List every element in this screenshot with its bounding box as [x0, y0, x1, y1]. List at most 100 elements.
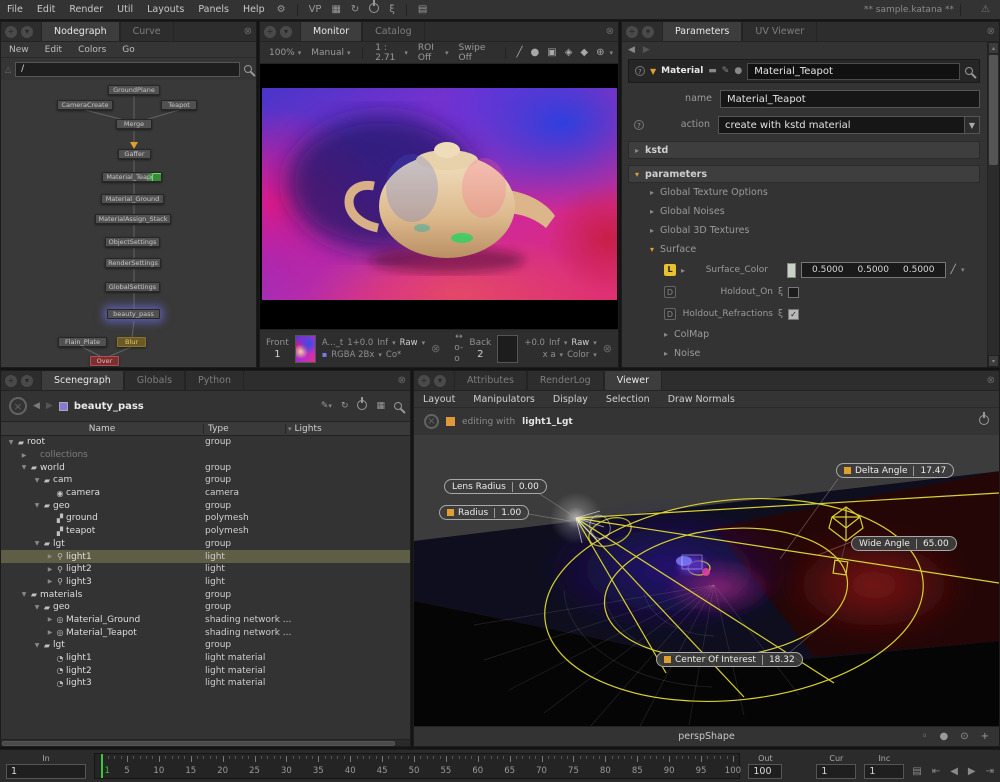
aperture-icon[interactable]: ⊙ — [960, 731, 968, 742]
viewer-menu-layout[interactable]: Layout — [414, 394, 464, 405]
scenegraph-row-light2[interactable]: ◔light2light material — [1, 664, 410, 677]
node-teapot[interactable]: Teapot — [161, 100, 197, 110]
tree-expander-icon[interactable]: ▼ — [33, 502, 41, 509]
parameters-tab-parameters[interactable]: Parameters — [662, 22, 742, 41]
nodegraph-menu-colors[interactable]: Colors — [70, 45, 114, 55]
swipe-toggle[interactable]: Swipe Off — [455, 43, 497, 63]
snapshot-icon[interactable]: ▤ — [912, 766, 921, 777]
node-beauty-pass[interactable]: beauty_pass — [107, 309, 160, 319]
menu-render[interactable]: Render — [62, 4, 110, 15]
power-icon[interactable] — [979, 415, 989, 428]
step-back-icon[interactable]: ◀ — [950, 766, 958, 777]
pane-menu-icon[interactable]: ▾ — [21, 26, 33, 38]
local-state-badge[interactable]: L — [664, 264, 676, 276]
node-gaffer[interactable]: Gaffer — [118, 149, 151, 159]
group-colmap[interactable]: ▸ColMap — [622, 325, 986, 344]
compare-icon[interactable]: ◆ — [577, 47, 591, 58]
wide-angle-manipulator[interactable]: Wide Angle65.00 — [851, 536, 957, 551]
radius-manipulator[interactable]: Radius1.00 — [439, 505, 529, 520]
tree-expander-icon[interactable]: ▶ — [46, 578, 54, 585]
pane-menu-icon[interactable]: ▾ — [434, 375, 446, 387]
scenegraph-tab-scenegraph[interactable]: Scenegraph — [41, 371, 124, 390]
back-exposure[interactable]: +0.0 — [524, 337, 545, 349]
scroll-up-icon[interactable]: ▴ — [988, 42, 999, 54]
color-values[interactable]: 0.50000.50000.5000 — [801, 262, 946, 278]
pane-menu-icon[interactable]: ▾ — [280, 26, 292, 38]
warning-icon[interactable]: ⚠ — [981, 4, 990, 15]
roi-select[interactable]: ROI Off▾ — [414, 43, 453, 63]
scenegraph-row-geo[interactable]: ▼▰geogroup — [1, 499, 410, 512]
node-merge[interactable]: Merge — [116, 119, 152, 129]
note-icon[interactable]: ● — [734, 66, 742, 76]
tree-expander-icon[interactable]: ▼ — [33, 540, 41, 547]
clear-edit-icon[interactable]: × — [424, 414, 439, 429]
wrench-icon[interactable]: ✎ — [722, 66, 730, 76]
state-person-icon[interactable]: ξ — [778, 309, 783, 319]
node-material-teapot[interactable]: Material_Teapot — [102, 172, 162, 182]
group-noise[interactable]: ▸Noise — [622, 344, 986, 363]
back-icon[interactable]: ◀ — [33, 401, 40, 411]
group-global-texture-options[interactable]: ▸Global Texture Options — [622, 183, 986, 202]
holdout-refractions-checkbox[interactable]: ✓ — [788, 309, 799, 320]
color-value-1[interactable]: 0.5000 — [858, 265, 890, 275]
tree-expander-icon[interactable]: ▼ — [20, 464, 28, 471]
front-channels[interactable]: RGBA 2Bx — [331, 349, 374, 361]
action-select[interactable]: create with kstd material▼ — [718, 116, 980, 134]
playhead[interactable] — [101, 754, 103, 778]
nodegraph-menu-edit[interactable]: Edit — [37, 45, 70, 55]
scenegraph-row-lgt[interactable]: ▼▰lgtgroup — [1, 639, 410, 652]
column-type[interactable]: Type — [203, 424, 285, 434]
expander-icon[interactable]: ▸ — [681, 266, 685, 275]
front-clamp[interactable]: Inf — [377, 337, 388, 349]
back-icon[interactable]: ◀ — [628, 45, 635, 55]
nodegraph-tab-nodegraph[interactable]: Nodegraph — [41, 22, 120, 41]
viewport-3d[interactable]: Lens Radius0.00 Radius1.00 Delta Angle17.4… — [414, 435, 999, 726]
expander-icon[interactable]: ▼ — [650, 67, 656, 76]
viewer-tab-attributes[interactable]: Attributes — [454, 371, 527, 390]
menu-edit[interactable]: Edit — [30, 4, 62, 15]
zoom-select[interactable]: 100%▾ — [265, 48, 305, 58]
lens-radius-manipulator[interactable]: Lens Radius0.00 — [444, 479, 547, 494]
pane-split-icon[interactable]: + — [5, 375, 17, 387]
ratio-select[interactable]: 1 : 2.71▾ — [371, 43, 412, 63]
note-icon[interactable]: ● — [528, 47, 543, 58]
key-next-icon[interactable]: ⇥ — [986, 766, 994, 777]
group-global-noises[interactable]: ▸Global Noises — [622, 202, 986, 221]
scenegraph-row-light1[interactable]: ◔light1light material — [1, 652, 410, 665]
menu-help[interactable]: Help — [236, 4, 272, 15]
in-frame-input[interactable]: 1 — [6, 764, 86, 779]
node-material-ground[interactable]: Material_Ground — [101, 194, 164, 204]
current-frame-input[interactable]: 1 — [816, 764, 856, 779]
node-graph-canvas[interactable]: GroundPlaneCameraCreateTeapotMergeGaffer… — [1, 80, 256, 367]
pane-menu-icon[interactable]: ▾ — [21, 375, 33, 387]
section-kstd[interactable]: ▸kstd — [628, 141, 980, 159]
holdout-on-checkbox[interactable] — [788, 287, 799, 298]
back-channels[interactable]: x a — [543, 349, 556, 361]
pane-split-icon[interactable]: + — [264, 26, 276, 38]
render-slate-icon[interactable]: ▦ — [326, 4, 345, 15]
update-mode-select[interactable]: Manual▾ — [307, 48, 354, 58]
delta-angle-manipulator[interactable]: Delta Angle17.47 — [836, 463, 954, 478]
node-over[interactable]: Over — [90, 356, 119, 366]
pen-icon[interactable]: ╱ — [513, 47, 525, 58]
menu-layouts[interactable]: Layouts — [140, 4, 191, 15]
group-global-3d-textures[interactable]: ▸Global 3D Textures — [622, 221, 986, 240]
viewer-menu-selection[interactable]: Selection — [597, 394, 659, 405]
pane-menu-icon[interactable]: ▾ — [642, 26, 654, 38]
node-rendersettings[interactable]: RenderSettings — [105, 258, 161, 268]
scroll-thumb[interactable] — [2, 741, 395, 746]
menu-util[interactable]: Util — [110, 4, 140, 15]
front-buffer-thumbnail[interactable] — [295, 335, 316, 363]
tree-expander-icon[interactable]: ▶ — [20, 452, 28, 459]
manipulator-value[interactable]: 17.47 — [913, 466, 946, 476]
camera-name[interactable]: perspShape — [414, 731, 999, 742]
tree-expander-icon[interactable]: ▼ — [33, 477, 41, 484]
scenegraph-row-root[interactable]: ▼▰rootgroup — [1, 436, 410, 449]
layers-icon[interactable]: ▣ — [544, 47, 559, 58]
tree-expander-icon[interactable]: ▼ — [7, 439, 15, 446]
viewport-toggle[interactable]: VP — [304, 4, 327, 15]
scenegraph-row-light3[interactable]: ◔light3light material — [1, 677, 410, 690]
viewer-menu-display[interactable]: Display — [544, 394, 597, 405]
scenegraph-row-light3[interactable]: ▶⚲light3light — [1, 576, 410, 589]
search-icon[interactable] — [394, 402, 402, 410]
